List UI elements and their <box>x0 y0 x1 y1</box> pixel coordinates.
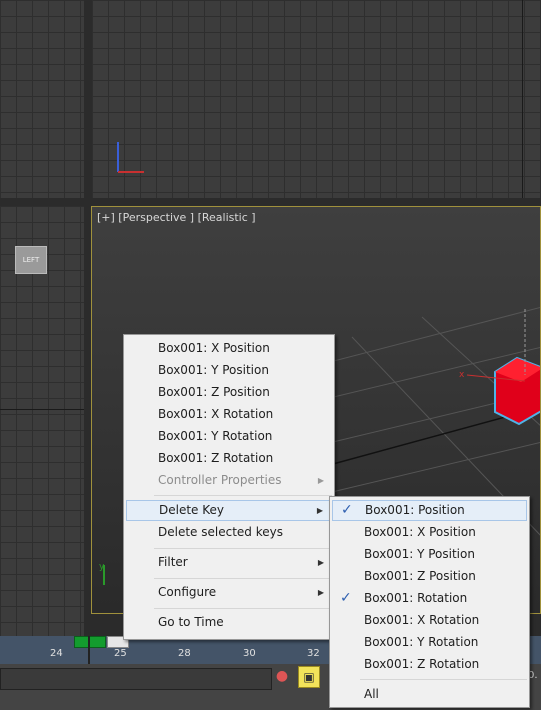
submenu-item-y-position[interactable]: Box001: Y Position <box>332 544 527 565</box>
menu-item-x-rotation[interactable]: Box001: X Rotation <box>126 404 332 425</box>
check-icon: ✓ <box>341 502 353 518</box>
viewcube-left[interactable]: LEFT <box>15 246 47 274</box>
time-slider-marker[interactable] <box>88 636 90 664</box>
persp-y-label: y <box>99 562 105 572</box>
top-left-viewport[interactable] <box>0 0 84 198</box>
menu-item-label: Filter <box>158 555 188 569</box>
menu-item-go-to-time[interactable]: Go to Time <box>126 612 332 633</box>
submenu-item-y-rotation[interactable]: Box001: Y Rotation <box>332 632 527 653</box>
menu-separator <box>154 548 332 549</box>
tick-label: 25 <box>114 648 127 659</box>
submenu-item-label: Box001: Z Rotation <box>364 657 480 671</box>
viewport-grid-axis <box>522 0 523 198</box>
submenu-item-all[interactable]: All <box>332 684 527 705</box>
persp-axis-gizmo-icon: y <box>99 562 105 585</box>
menu-separator <box>154 495 332 496</box>
gizmo-x-label: x <box>459 370 465 380</box>
menu-item-label: Box001: Y Rotation <box>158 429 273 443</box>
submenu-arrow-icon: ▶ <box>317 558 324 567</box>
submenu-item-x-position[interactable]: Box001: X Position <box>332 522 527 543</box>
key-marker[interactable] <box>74 636 106 648</box>
status-field <box>0 668 272 690</box>
context-menu: Box001: X Position Box001: Y Position Bo… <box>123 334 335 640</box>
menu-item-z-rotation[interactable]: Box001: Z Rotation <box>126 448 332 469</box>
menu-separator <box>360 679 527 680</box>
menu-item-filter[interactable]: Filter ▶ <box>126 552 332 573</box>
tick-label: 30 <box>243 648 256 659</box>
axis-gizmo-icon <box>117 142 144 173</box>
submenu-item-z-rotation[interactable]: Box001: Z Rotation <box>332 654 527 675</box>
menu-item-z-position[interactable]: Box001: Z Position <box>126 382 332 403</box>
menu-item-y-position[interactable]: Box001: Y Position <box>126 360 332 381</box>
tick-label: 24 <box>50 648 63 659</box>
submenu-item-label: Box001: Y Rotation <box>364 635 479 649</box>
menu-item-delete-key[interactable]: Delete Key ▶ <box>126 500 332 521</box>
menu-item-label: Box001: X Position <box>158 341 270 355</box>
submenu-item-rotation[interactable]: ✓ Box001: Rotation <box>332 588 527 609</box>
left-viewport[interactable]: LEFT <box>0 206 84 636</box>
submenu-item-x-rotation[interactable]: Box001: X Rotation <box>332 610 527 631</box>
menu-item-label: Box001: Y Position <box>158 363 269 377</box>
menu-item-label: Delete Key <box>159 503 224 517</box>
menu-item-controller-properties[interactable]: Controller Properties ▶ <box>126 470 332 491</box>
tick-label: 32 <box>307 648 320 659</box>
submenu-item-position[interactable]: ✓ Box001: Position <box>332 500 527 521</box>
menu-item-label: Controller Properties <box>158 473 282 487</box>
left-viewport-axis <box>0 409 84 410</box>
submenu-item-label: Box001: Z Position <box>364 569 476 583</box>
lock-icon[interactable]: ▣ <box>298 666 320 688</box>
submenu-item-label: Box001: X Rotation <box>364 613 480 627</box>
submenu-item-label: Box001: Position <box>365 503 465 517</box>
menu-separator <box>154 608 332 609</box>
submenu-item-label: Box001: X Position <box>364 525 476 539</box>
submenu-arrow-icon: ▶ <box>316 506 323 515</box>
check-icon: ✓ <box>340 590 352 606</box>
key-icon[interactable]: ● <box>274 668 290 688</box>
viewport-divider-h <box>0 198 541 206</box>
top-right-viewport[interactable] <box>92 0 541 198</box>
tick-label: 28 <box>178 648 191 659</box>
menu-item-label: Configure <box>158 585 217 599</box>
menu-item-x-position[interactable]: Box001: X Position <box>126 338 332 359</box>
submenu-arrow-icon: ▶ <box>317 476 324 485</box>
menu-separator <box>154 578 332 579</box>
transform-gizmo-icon: x <box>459 309 526 382</box>
menu-item-label: Go to Time <box>158 615 224 629</box>
menu-item-label: Box001: Z Rotation <box>158 451 274 465</box>
menu-item-delete-selected-keys[interactable]: Delete selected keys <box>126 522 332 543</box>
menu-item-label: Delete selected keys <box>158 525 283 539</box>
submenu-item-label: Box001: Y Position <box>364 547 475 561</box>
menu-item-configure[interactable]: Configure ▶ <box>126 582 332 603</box>
submenu-item-label: All <box>364 687 379 701</box>
submenu-arrow-icon: ▶ <box>317 588 324 597</box>
menu-item-label: Box001: X Rotation <box>158 407 274 421</box>
viewcube-left-label: LEFT <box>22 256 40 264</box>
menu-item-y-rotation[interactable]: Box001: Y Rotation <box>126 426 332 447</box>
delete-key-submenu: ✓ Box001: Position Box001: X Position Box… <box>329 496 530 708</box>
menu-item-label: Box001: Z Position <box>158 385 270 399</box>
submenu-item-z-position[interactable]: Box001: Z Position <box>332 566 527 587</box>
submenu-item-label: Box001: Rotation <box>364 591 468 605</box>
